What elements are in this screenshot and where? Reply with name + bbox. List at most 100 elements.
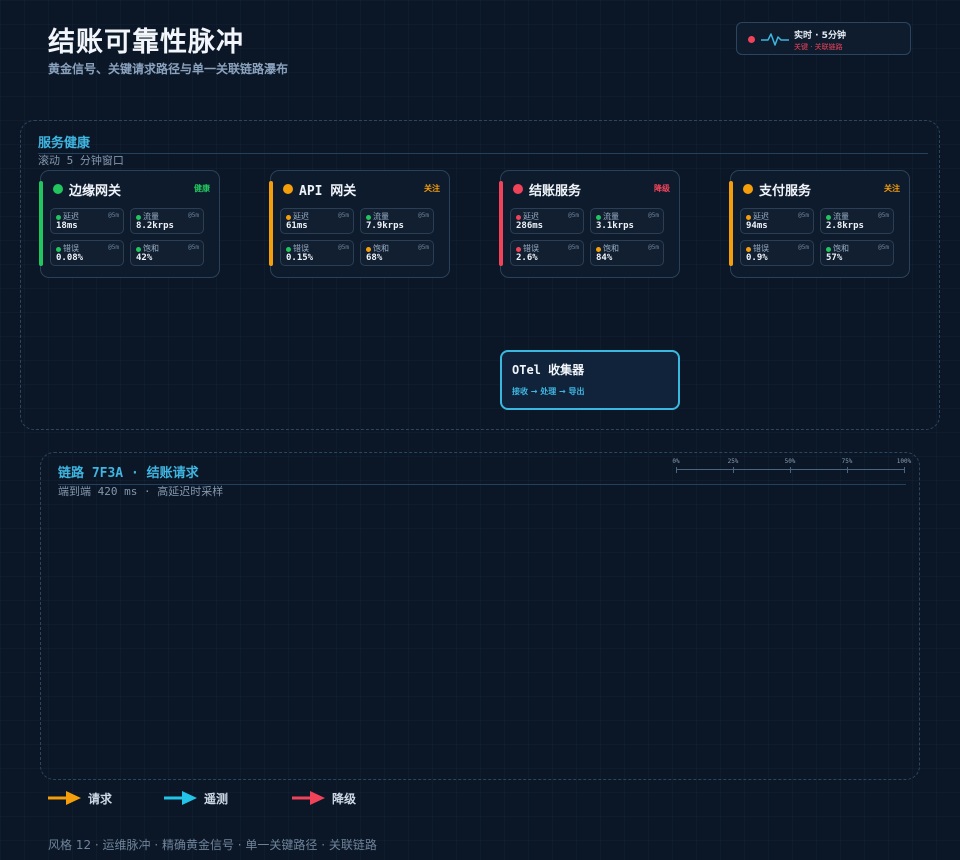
metric-tile: 延迟 @5m 61ms xyxy=(280,208,354,234)
status-badge: 关注 xyxy=(424,184,440,193)
metric-value: 286ms xyxy=(516,221,544,231)
metric-tile: 饱和 @5m 57% xyxy=(820,240,894,266)
trace-subtitle: 端到端 420 ms · 高延迟时采样 xyxy=(58,485,224,498)
metric-value: 3.1krps xyxy=(596,221,634,231)
trace-panel: 链路 7F3A · 结账请求 端到端 420 ms · 高延迟时采样 xyxy=(40,452,920,780)
metric-status-dot xyxy=(286,247,291,252)
metric-value: 0.08% xyxy=(56,253,84,263)
metric-value: 61ms xyxy=(286,221,308,231)
metric-tile: 流量 @5m 8.2krps xyxy=(130,208,204,234)
metric-status-dot xyxy=(286,215,291,220)
metric-value: 94ms xyxy=(746,221,768,231)
metric-status-dot xyxy=(56,215,61,220)
metric-tile: 流量 @5m 7.9krps xyxy=(360,208,434,234)
metric-tile: 饱和 @5m 68% xyxy=(360,240,434,266)
status-bar xyxy=(729,181,733,266)
live-badge[interactable]: 实时 · 5分钟 关键 · 关联链路 xyxy=(736,22,911,55)
service-card[interactable]: 结账服务 降级 延迟 @5m 286ms 流量 @5m 3.1krps 错误 @5m 2.6% 饱和 @… xyxy=(499,170,680,278)
metric-tile: 流量 @5m 2.8krps xyxy=(820,208,894,234)
panel-title: 服务健康 xyxy=(38,136,91,151)
legend-label: 降级 xyxy=(332,792,357,806)
metric-value: 57% xyxy=(826,253,843,263)
page-title: 结账可靠性脉冲 xyxy=(48,27,244,58)
metric-window: @5m xyxy=(878,244,889,251)
live-badge-label: 实时 · 5分钟 xyxy=(794,31,846,41)
status-dot xyxy=(283,184,293,194)
metric-value: 2.6% xyxy=(516,253,538,263)
metric-status-dot xyxy=(596,215,601,220)
service-card[interactable]: 支付服务 关注 延迟 @5m 94ms 流量 @5m 2.8krps 错误 @5m 0.9% 饱和 @5… xyxy=(729,170,910,278)
service-name: API 网关 xyxy=(299,184,357,199)
trace-divider xyxy=(58,484,906,485)
metric-window: @5m xyxy=(108,244,119,251)
metric-tile: 错误 @5m 0.08% xyxy=(50,240,124,266)
metric-window: @5m xyxy=(338,244,349,251)
service-name: 边缘网关 xyxy=(69,184,122,199)
panel-subtitle: 滚动 5 分钟窗口 xyxy=(38,154,124,167)
scale-tick-label: 100% xyxy=(896,458,912,465)
metric-tile: 延迟 @5m 18ms xyxy=(50,208,124,234)
metric-window: @5m xyxy=(418,244,429,251)
scale-tick-label: 25% xyxy=(727,458,739,465)
metric-window: @5m xyxy=(878,212,889,219)
arrow-degraded-icon xyxy=(292,791,325,805)
status-badge: 关注 xyxy=(884,184,900,193)
metric-window: @5m xyxy=(108,212,119,219)
legend-item: 遥测 xyxy=(164,789,228,807)
status-badge: 降级 xyxy=(654,184,670,193)
metric-value: 7.9krps xyxy=(366,221,404,231)
collector-title: OTel 收集器 xyxy=(512,363,585,377)
status-badge: 健康 xyxy=(194,184,210,193)
status-bar xyxy=(499,181,503,266)
metric-tile: 错误 @5m 0.15% xyxy=(280,240,354,266)
waterfall-scale: 0% 25% 50% 75% 100% xyxy=(672,458,911,478)
metric-window: @5m xyxy=(798,212,809,219)
metric-status-dot xyxy=(366,215,371,220)
metric-window: @5m xyxy=(418,212,429,219)
status-dot xyxy=(53,184,63,194)
status-dot xyxy=(513,184,523,194)
service-card[interactable]: API 网关 关注 延迟 @5m 61ms 流量 @5m 7.9krps 错误 @5m 0.15% 饱… xyxy=(269,170,450,278)
metric-status-dot xyxy=(826,215,831,220)
otel-collector-node[interactable]: OTel 收集器 接收 → 处理 → 导出 xyxy=(500,350,680,410)
metric-window: @5m xyxy=(798,244,809,251)
service-card[interactable]: 边缘网关 健康 延迟 @5m 18ms 流量 @5m 8.2krps 错误 @5m 0.08% 饱和 @… xyxy=(39,170,220,278)
status-bar xyxy=(269,181,273,266)
status-dot xyxy=(743,184,753,194)
metric-status-dot xyxy=(136,247,141,252)
metric-value: 2.8krps xyxy=(826,221,864,231)
service-name: 结账服务 xyxy=(529,184,582,199)
metric-status-dot xyxy=(826,247,831,252)
pulse-wave-icon xyxy=(761,33,789,46)
scale-tick xyxy=(676,467,677,473)
scale-tick xyxy=(733,467,734,473)
metric-tile: 饱和 @5m 42% xyxy=(130,240,204,266)
scale-tick-label: 50% xyxy=(784,458,796,465)
metric-status-dot xyxy=(366,247,371,252)
metric-tile: 错误 @5m 2.6% xyxy=(510,240,584,266)
arrow-request-icon xyxy=(48,791,81,805)
metric-value: 0.9% xyxy=(746,253,768,263)
metric-value: 8.2krps xyxy=(136,221,174,231)
footer-caption: 风格 12 · 运维脉冲 · 精确黄金信号 · 单一关键路径 · 关联链路 xyxy=(48,838,377,852)
panel-divider xyxy=(38,153,928,154)
metric-window: @5m xyxy=(648,212,659,219)
metric-value: 18ms xyxy=(56,221,78,231)
collector-pipeline: 接收 → 处理 → 导出 xyxy=(512,387,585,396)
scale-tick xyxy=(904,467,905,473)
scale-tick xyxy=(790,467,791,473)
metric-status-dot xyxy=(136,215,141,220)
metric-window: @5m xyxy=(648,244,659,251)
metric-value: 84% xyxy=(596,253,613,263)
page-subtitle: 黄金信号、关键请求路径与单一关联链路瀑布 xyxy=(48,62,289,76)
metric-status-dot xyxy=(56,247,61,252)
metric-tile: 错误 @5m 0.9% xyxy=(740,240,814,266)
metric-value: 68% xyxy=(366,253,383,263)
metric-window: @5m xyxy=(188,244,199,251)
metric-value: 0.15% xyxy=(286,253,314,263)
metric-value: 42% xyxy=(136,253,153,263)
trace-title: 链路 7F3A · 结账请求 xyxy=(58,466,199,481)
legend-label: 遥测 xyxy=(204,792,229,806)
status-bar xyxy=(39,181,43,266)
live-badge-sublabel: 关键 · 关联链路 xyxy=(794,43,843,51)
